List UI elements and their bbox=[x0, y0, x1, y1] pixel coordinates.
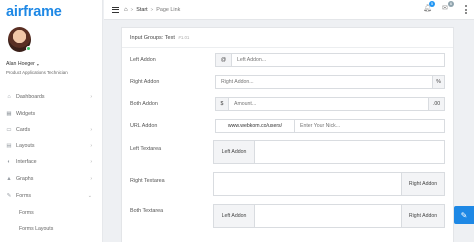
chevron-right-icon: › bbox=[90, 176, 92, 182]
sidebar-item-graphs[interactable]: ▲ Graphs › bbox=[0, 172, 103, 186]
chevron-right-icon: › bbox=[90, 127, 92, 133]
both-textarea[interactable] bbox=[255, 205, 401, 227]
left-textarea-group: Left Addon bbox=[213, 140, 445, 164]
sidebar-item-widgets[interactable]: ▦ Widgets bbox=[0, 107, 103, 121]
dollar-addon: $ bbox=[216, 98, 229, 110]
sidebar-item-label: Layouts bbox=[16, 143, 35, 149]
breadcrumb: ⌂ > Start > Page Link bbox=[124, 7, 180, 13]
online-status-icon bbox=[26, 46, 31, 51]
sidebar-item-layouts[interactable]: ▤ Layouts › bbox=[0, 139, 103, 153]
right-textarea[interactable] bbox=[214, 173, 401, 195]
left-textarea[interactable] bbox=[255, 141, 444, 163]
breadcrumb-current: Page Link bbox=[156, 6, 181, 13]
url-addon-label: URL Addon bbox=[130, 123, 158, 129]
breadcrumb-separator-icon: > bbox=[130, 7, 134, 12]
both-textarea-label: Both Textarea bbox=[130, 208, 164, 214]
sidebar-item-label: Interface bbox=[16, 159, 37, 165]
right-textarea-group: Right Addon bbox=[213, 172, 445, 196]
card-title: Input Groups: Text #1.01 bbox=[130, 35, 189, 41]
at-addon: @ bbox=[216, 54, 232, 66]
right-addon-input[interactable] bbox=[216, 76, 432, 88]
cents-addon: .00 bbox=[428, 98, 444, 110]
amount-input[interactable] bbox=[229, 98, 428, 110]
right-addon: Right Addon bbox=[401, 173, 444, 195]
sidebar-item-forms[interactable]: ✎ Forms ⌄ bbox=[0, 189, 103, 203]
card-icon: ▭ bbox=[6, 127, 12, 133]
more-vertical-icon[interactable] bbox=[465, 5, 468, 14]
sidebar-item-interface[interactable]: ◐ Interface › bbox=[0, 155, 103, 169]
home-icon: ⌂ bbox=[7, 94, 11, 100]
input-groups-card: Input Groups: Text #1.01 Left Addon @ Ri… bbox=[121, 27, 454, 242]
sidebar-item-cards[interactable]: ▭ Cards › bbox=[0, 123, 103, 137]
chevron-down-icon: ▾ bbox=[36, 61, 39, 67]
chevron-right-icon: › bbox=[90, 159, 92, 165]
user-menu-toggle[interactable]: Alan Hoeger ▾ bbox=[6, 61, 39, 67]
percent-addon: % bbox=[432, 76, 444, 88]
card-subtitle: #1.01 bbox=[178, 35, 190, 40]
chevron-right-icon: › bbox=[90, 143, 92, 149]
left-addon-input[interactable] bbox=[232, 54, 444, 66]
left-addon-label: Left Addon bbox=[130, 57, 156, 63]
customizer-toggle-button[interactable]: ✎ bbox=[454, 206, 474, 224]
left-textarea-label: Left Textarea bbox=[130, 146, 162, 152]
user-role: Product Applications Technician bbox=[6, 70, 68, 75]
left-addon: Left Addon bbox=[214, 141, 255, 163]
url-prefix-addon: www.webkom.co/users/ bbox=[216, 120, 295, 132]
left-addon-input-group: @ bbox=[215, 53, 445, 67]
both-addon-label: Both Addon bbox=[130, 101, 158, 107]
toggle-icon: ◐ bbox=[7, 159, 11, 165]
sidebar-item-label: Dashboards bbox=[16, 94, 45, 100]
bell-icon[interactable]: 🔔︎ 5 bbox=[423, 1, 435, 13]
sidebar-item-label: Widgets bbox=[16, 111, 36, 117]
mail-icon[interactable]: ✉ 6 bbox=[442, 1, 454, 13]
right-textarea-label: Right Textarea bbox=[130, 178, 165, 184]
chart-icon: ▲ bbox=[6, 176, 12, 182]
both-addon-input-group: $ .00 bbox=[215, 97, 445, 111]
card-title-text: Input Groups: Text bbox=[130, 35, 175, 41]
top-navbar: ⌂ > Start > Page Link 🔔︎ 5 ✉ 6 bbox=[104, 0, 474, 20]
menu-toggle-icon[interactable] bbox=[112, 6, 119, 13]
nick-input[interactable] bbox=[295, 120, 444, 132]
breadcrumb-separator-icon: > bbox=[150, 7, 154, 12]
url-addon-input-group: www.webkom.co/users/ bbox=[215, 119, 445, 133]
sidebar-item-dashboards[interactable]: ⌂ Dashboards › bbox=[0, 90, 103, 104]
chevron-down-icon: ⌄ bbox=[87, 193, 92, 199]
edit-icon: ✎ bbox=[6, 193, 12, 199]
app-logo[interactable]: airframe bbox=[6, 4, 62, 20]
sidebar-item-label: Forms bbox=[16, 193, 32, 199]
notifications-badge: 5 bbox=[429, 1, 435, 7]
right-addon-input-group: % bbox=[215, 75, 445, 89]
layout-icon: ▤ bbox=[6, 143, 12, 149]
user-name: Alan Hoeger bbox=[6, 61, 35, 67]
right-addon: Right Addon bbox=[401, 205, 444, 227]
chevron-right-icon: › bbox=[90, 94, 92, 100]
divider bbox=[122, 47, 453, 48]
pencil-icon: ✎ bbox=[460, 210, 468, 220]
sidebar-item-label: Graphs bbox=[16, 176, 34, 182]
left-addon: Left Addon bbox=[214, 205, 255, 227]
sidebar: airframe Alan Hoeger ▾ Product Applicati… bbox=[0, 0, 103, 242]
home-icon[interactable]: ⌂ bbox=[124, 7, 128, 13]
grid-icon: ▦ bbox=[6, 111, 12, 117]
right-addon-label: Right Addon bbox=[130, 79, 160, 85]
messages-badge: 6 bbox=[448, 1, 454, 7]
both-textarea-group: Left Addon Right Addon bbox=[213, 204, 445, 228]
sidebar-subitem-forms[interactable]: Forms bbox=[19, 210, 34, 216]
breadcrumb-start[interactable]: Start bbox=[136, 7, 147, 13]
sidebar-subitem-forms-layouts[interactable]: Forms Layouts bbox=[19, 226, 53, 232]
sidebar-item-label: Cards bbox=[16, 127, 31, 133]
